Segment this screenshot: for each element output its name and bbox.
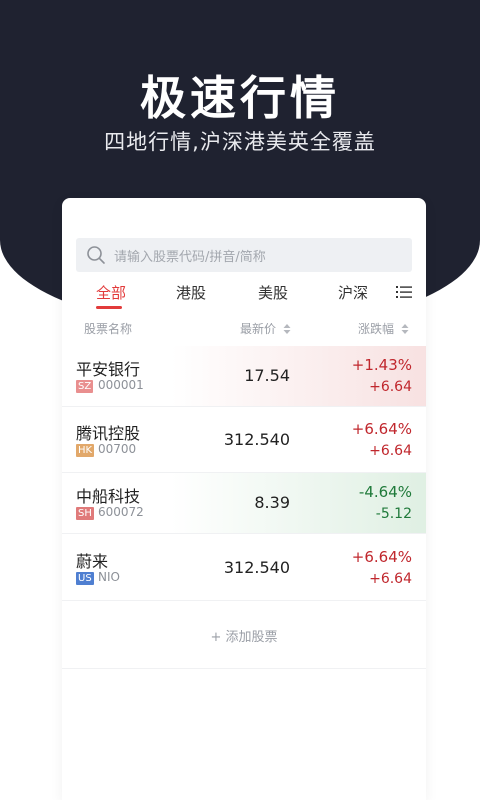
col-header-price-label: 最新价: [240, 322, 277, 336]
tab-us[interactable]: 美股: [258, 282, 288, 303]
search-placeholder: 请输入股票代码/拼音/简称: [114, 249, 266, 265]
stock-price: 312.540: [223, 430, 290, 449]
market-card: 请输入股票代码/拼音/简称 全部 港股 美股 沪深 股票名称 最新价 涨跌幅 平…: [62, 198, 426, 800]
column-headers: 股票名称 最新价 涨跌幅: [62, 318, 426, 342]
stock-row[interactable]: 蔚来 US NIO 312.540 +6.64% +6.64: [62, 538, 426, 598]
market-tag-us: US: [76, 572, 94, 585]
stock-code: 000001: [98, 378, 144, 392]
stock-price: 312.540: [223, 558, 290, 577]
market-tag-sh: SH: [76, 507, 94, 520]
stock-price: 17.54: [244, 366, 290, 385]
market-tabs: 全部 港股 美股 沪深: [62, 278, 426, 312]
stock-row[interactable]: 平安银行 SZ 000001 17.54 +1.43% +6.64: [62, 346, 426, 406]
row-divider: [62, 533, 426, 534]
stock-change-amount: +6.64: [369, 379, 412, 395]
list-menu-icon[interactable]: [396, 284, 412, 300]
stock-code: NIO: [98, 570, 120, 584]
tab-all[interactable]: 全部: [96, 282, 126, 303]
market-tag-sz: SZ: [76, 380, 94, 393]
sort-icon: [401, 324, 409, 334]
stock-price: 8.39: [254, 493, 290, 512]
stock-code: 00700: [98, 442, 137, 456]
stock-name: 平安银行: [76, 360, 141, 379]
stock-change-amount: +6.64: [369, 571, 412, 587]
stock-row[interactable]: 中船科技 SH 600072 8.39 -4.64% -5.12: [62, 473, 426, 533]
tab-active-indicator: [96, 306, 122, 309]
stock-row[interactable]: 腾讯控股 HK 00700 312.540 +6.64% +6.64: [62, 410, 426, 470]
hero-title: 极速行情: [140, 71, 340, 125]
stock-change-percent: +6.64%: [351, 548, 412, 566]
stock-name: 腾讯控股: [76, 424, 141, 443]
stock-change-percent: +1.43%: [351, 356, 412, 374]
col-header-price[interactable]: 最新价: [240, 320, 291, 337]
bottom-divider: [62, 668, 426, 669]
col-header-change-label: 涨跌幅: [358, 322, 395, 336]
col-header-name: 股票名称: [84, 322, 133, 336]
stock-change-amount: +6.64: [369, 443, 412, 459]
search-input[interactable]: 请输入股票代码/拼音/简称: [76, 238, 412, 272]
hero-subtitle: 四地行情,沪深港美英全覆盖: [104, 130, 376, 154]
stock-code: 600072: [98, 505, 144, 519]
sort-icon: [283, 324, 291, 334]
stock-name: 蔚来: [76, 552, 109, 571]
tab-hs[interactable]: 沪深: [338, 282, 368, 303]
stock-name: 中船科技: [76, 487, 141, 506]
row-divider: [62, 600, 426, 601]
tab-hk[interactable]: 港股: [176, 282, 206, 303]
add-stock-button[interactable]: + 添加股票: [62, 626, 426, 645]
stock-change-percent: -4.64%: [358, 483, 412, 501]
stock-change-percent: +6.64%: [351, 420, 412, 438]
stock-change-amount: -5.12: [375, 506, 412, 522]
col-header-change[interactable]: 涨跌幅: [358, 320, 409, 337]
market-tag-hk: HK: [76, 444, 95, 457]
row-divider: [62, 406, 426, 407]
search-icon: [87, 246, 105, 264]
